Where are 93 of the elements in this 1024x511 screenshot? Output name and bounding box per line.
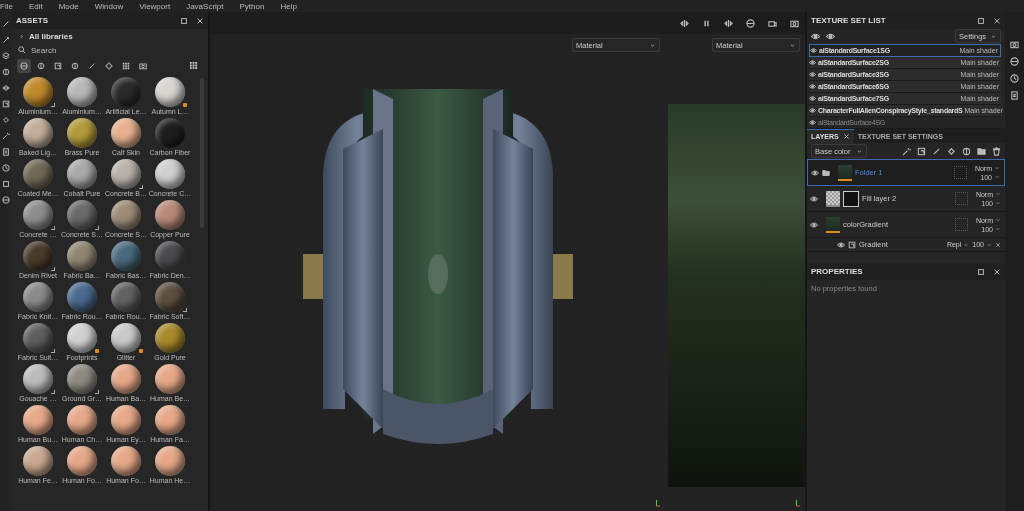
brush-icon[interactable] bbox=[932, 146, 941, 156]
generator-icon bbox=[848, 240, 856, 249]
corner-mark-icon bbox=[51, 267, 55, 271]
close-icon[interactable] bbox=[842, 133, 850, 140]
menu-item[interactable]: Edit bbox=[28, 1, 43, 11]
corner-mark-icon bbox=[51, 390, 55, 394]
corner-mark-icon bbox=[51, 349, 55, 353]
eye-icon[interactable] bbox=[809, 107, 816, 114]
chevron-down-icon bbox=[963, 241, 970, 248]
symmetry-icon[interactable] bbox=[680, 18, 689, 28]
corner-mark-icon bbox=[51, 226, 55, 230]
eye-icon[interactable] bbox=[811, 31, 820, 41]
brush-badge-icon bbox=[183, 103, 187, 107]
close-icon[interactable] bbox=[993, 16, 1001, 25]
chevron-right-icon bbox=[18, 32, 25, 40]
eye-icon[interactable] bbox=[811, 168, 819, 177]
half-circle-icon bbox=[37, 61, 45, 70]
brush-icon bbox=[88, 61, 96, 70]
wand-icon[interactable] bbox=[2, 132, 10, 140]
eye-icon[interactable] bbox=[809, 95, 816, 102]
pause-icon[interactable] bbox=[702, 18, 711, 28]
square-icon[interactable] bbox=[2, 100, 10, 108]
search-field[interactable]: Search bbox=[31, 45, 151, 55]
panel-title: TEXTURE SET LIST bbox=[811, 16, 886, 25]
brush-badge-icon bbox=[139, 349, 143, 353]
half-circle-icon bbox=[71, 61, 79, 70]
symmetry-icon[interactable] bbox=[724, 18, 733, 28]
globe-icon[interactable] bbox=[2, 196, 10, 204]
layer-thumbnail bbox=[838, 164, 852, 181]
menu-item[interactable]: Mode bbox=[58, 1, 79, 11]
camera-icon[interactable] bbox=[768, 18, 777, 28]
corner-mark-icon bbox=[183, 308, 187, 312]
eye-icon[interactable] bbox=[837, 240, 845, 249]
generator-icon[interactable] bbox=[917, 146, 926, 156]
close-icon[interactable] bbox=[196, 16, 204, 25]
corner-mark-icon bbox=[95, 226, 99, 230]
menu-item[interactable]: Viewport bbox=[139, 1, 171, 11]
eye-icon[interactable] bbox=[809, 71, 816, 78]
circle-icon[interactable] bbox=[2, 68, 10, 76]
corner-mark-icon bbox=[139, 185, 143, 189]
eye-icon[interactable] bbox=[810, 220, 818, 229]
close-icon[interactable] bbox=[995, 241, 1001, 248]
eye-icon[interactable] bbox=[810, 194, 818, 203]
eye-icon[interactable] bbox=[809, 83, 816, 90]
document-icon[interactable] bbox=[1010, 91, 1019, 100]
symmetry-icon[interactable] bbox=[2, 84, 10, 92]
panel-title: ASSETS bbox=[16, 16, 48, 25]
eye-icon[interactable] bbox=[809, 59, 816, 66]
library-selector[interactable]: All libraries bbox=[12, 29, 208, 43]
float-icon[interactable] bbox=[180, 16, 188, 25]
image-icon bbox=[139, 61, 147, 70]
filter-button[interactable] bbox=[17, 58, 31, 73]
folder-icon[interactable] bbox=[977, 146, 986, 156]
sphere-icon bbox=[20, 61, 28, 70]
float-icon[interactable] bbox=[977, 267, 985, 276]
search-icon bbox=[18, 46, 26, 54]
screenshot-icon[interactable] bbox=[790, 18, 799, 28]
layer-thumbnail bbox=[826, 190, 840, 207]
document-icon[interactable] bbox=[2, 148, 10, 156]
eye-icon[interactable] bbox=[810, 47, 817, 54]
grid-view-icon[interactable] bbox=[189, 61, 198, 70]
mask-thumbnail bbox=[843, 190, 859, 207]
brush-badge-icon bbox=[95, 349, 99, 353]
mask-icon[interactable] bbox=[962, 146, 971, 156]
menu-item[interactable]: File bbox=[0, 1, 13, 11]
clock-icon[interactable] bbox=[1010, 74, 1019, 83]
menu-item[interactable]: Help bbox=[280, 1, 297, 11]
chevron-down-icon bbox=[990, 32, 997, 40]
wand-icon[interactable] bbox=[902, 146, 911, 156]
chevron-down-icon bbox=[789, 41, 796, 49]
corner-mark-icon bbox=[95, 390, 99, 394]
chevron-down-icon bbox=[649, 41, 656, 49]
eye-icon[interactable] bbox=[826, 31, 835, 41]
menu-item[interactable]: Window bbox=[94, 1, 124, 11]
line-icon[interactable] bbox=[2, 36, 10, 44]
chevron-down-icon bbox=[856, 147, 863, 155]
brush-icon[interactable] bbox=[2, 20, 10, 28]
panel-title: PROPERTIES bbox=[811, 267, 863, 276]
folder-icon bbox=[822, 168, 830, 177]
trash-icon[interactable] bbox=[992, 146, 1001, 156]
square-icon bbox=[54, 61, 62, 70]
menu-item[interactable]: JavaScript bbox=[186, 1, 224, 11]
close-icon[interactable] bbox=[993, 267, 1001, 276]
layers-icon[interactable] bbox=[2, 52, 10, 60]
clock-icon[interactable] bbox=[2, 164, 10, 172]
chevron-down-icon bbox=[986, 241, 992, 248]
layer-thumbnail bbox=[826, 216, 840, 233]
float-icon[interactable] bbox=[977, 16, 985, 25]
corner-mark-icon bbox=[51, 103, 55, 107]
globe-icon[interactable] bbox=[746, 18, 755, 28]
grid-icon bbox=[122, 61, 130, 70]
menu-item[interactable]: Python bbox=[239, 1, 265, 11]
globe-icon[interactable] bbox=[1010, 57, 1019, 66]
